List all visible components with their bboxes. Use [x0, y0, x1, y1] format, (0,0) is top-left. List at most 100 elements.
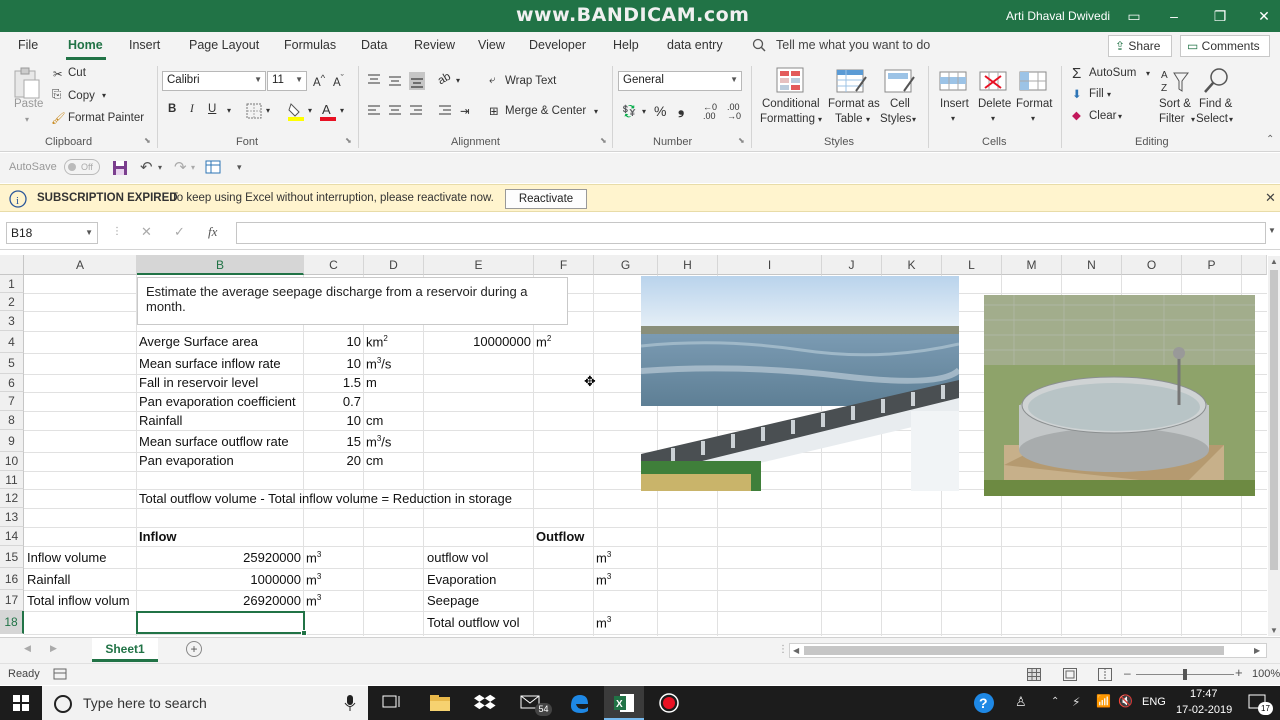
- page-layout-view-icon[interactable]: [1063, 668, 1077, 681]
- prev-sheet-icon[interactable]: ◀: [24, 643, 31, 654]
- conditional-dropdown-icon[interactable]: ▾: [818, 115, 822, 124]
- insert-dropdown-icon[interactable]: ▾: [951, 114, 955, 123]
- wrap-text-button[interactable]: Wrap Text: [505, 75, 556, 87]
- excel-taskbar-icon[interactable]: X: [612, 692, 636, 714]
- fill-dropdown-icon[interactable]: ▾: [1107, 90, 1111, 99]
- language-indicator[interactable]: ENG: [1142, 696, 1166, 708]
- cell-b14[interactable]: Inflow: [139, 529, 177, 544]
- cell-styles-icon[interactable]: [884, 67, 916, 95]
- fill-color-dropdown-icon[interactable]: ▾: [308, 106, 312, 115]
- column-header-i[interactable]: I: [718, 255, 822, 275]
- accounting-format-icon[interactable]: 💱: [622, 104, 636, 118]
- alignment-launcher-icon[interactable]: ⬊: [600, 136, 607, 145]
- selected-cell-b18[interactable]: [136, 611, 307, 636]
- format-cells-icon[interactable]: [1019, 68, 1049, 94]
- clear-button[interactable]: Clear: [1089, 110, 1116, 122]
- format-dropdown-icon[interactable]: ▾: [1031, 114, 1035, 123]
- sort-filter-label[interactable]: Sort &: [1159, 98, 1191, 110]
- cell-c16[interactable]: m3: [306, 572, 321, 587]
- insert-cells-icon[interactable]: [939, 68, 969, 94]
- sort-dropdown-icon[interactable]: ▾: [1191, 115, 1195, 124]
- delete-dropdown-icon[interactable]: ▾: [991, 114, 995, 123]
- scroll-right-icon[interactable]: ▶: [1254, 646, 1260, 655]
- font-size-select[interactable]: 11 ▼: [267, 71, 307, 91]
- increase-indent-icon[interactable]: ⇥: [460, 104, 470, 118]
- find-select-label[interactable]: Find &: [1199, 98, 1232, 110]
- decrease-font-icon[interactable]: Aˇ: [333, 73, 344, 89]
- cell-c9[interactable]: 15: [304, 434, 361, 449]
- tab-insert[interactable]: Insert: [129, 38, 160, 52]
- cell-e17[interactable]: Seepage: [427, 593, 479, 608]
- windows-start-icon[interactable]: [13, 695, 29, 711]
- font-color-dropdown-icon[interactable]: ▾: [340, 106, 344, 115]
- sheet-tab-sheet1[interactable]: Sheet1: [92, 638, 158, 662]
- cell-styles-label[interactable]: Cell: [890, 98, 910, 110]
- column-header-d[interactable]: D: [364, 255, 424, 275]
- column-header-l[interactable]: L: [942, 255, 1002, 275]
- tab-review[interactable]: Review: [414, 38, 455, 52]
- minimize-icon[interactable]: –: [1164, 6, 1184, 26]
- number-launcher-icon[interactable]: ⬊: [738, 136, 745, 145]
- format-painter-button[interactable]: Format Painter: [68, 112, 144, 124]
- cell-b17[interactable]: 26920000: [137, 593, 301, 608]
- cell-c17[interactable]: m3: [306, 593, 321, 608]
- row-header-15[interactable]: 15: [0, 546, 24, 568]
- cell-c15[interactable]: m3: [306, 550, 321, 565]
- reactivate-button[interactable]: Reactivate: [505, 189, 587, 209]
- tab-formulas[interactable]: Formulas: [284, 38, 336, 52]
- clipboard-launcher-icon[interactable]: ⬊: [144, 136, 151, 145]
- wrap-text-icon[interactable]: ⤶: [489, 74, 495, 87]
- undo-dropdown-icon[interactable]: ▾: [158, 163, 162, 172]
- eraser-icon[interactable]: ◆: [1072, 108, 1081, 122]
- row-header-3[interactable]: 3: [0, 311, 24, 331]
- clock-date[interactable]: 17-02-2019: [1176, 704, 1232, 716]
- format-as-table-label2[interactable]: Table: [835, 113, 863, 125]
- zoom-in-icon[interactable]: +: [1235, 665, 1243, 680]
- find-select-label2[interactable]: Select: [1196, 113, 1228, 125]
- microphone-icon[interactable]: [344, 694, 356, 712]
- name-box[interactable]: B18 ▼: [6, 222, 98, 244]
- cell-a16[interactable]: Rainfall: [27, 572, 70, 587]
- close-notice-icon[interactable]: ✕: [1265, 190, 1276, 206]
- autosave-toggle[interactable]: Off: [64, 159, 100, 175]
- paste-label[interactable]: Paste: [14, 98, 43, 110]
- cell-b4[interactable]: Averge Surface area: [139, 334, 258, 349]
- people-icon[interactable]: ♙: [1015, 694, 1027, 710]
- dropbox-icon[interactable]: [474, 692, 498, 714]
- row-header-2[interactable]: 2: [0, 293, 24, 311]
- cell-b7[interactable]: Pan evaporation coefficient: [139, 394, 296, 409]
- scroll-down-icon[interactable]: ▼: [1270, 626, 1278, 635]
- cut-icon[interactable]: ✂: [53, 67, 63, 81]
- number-format-select[interactable]: General ▼: [618, 71, 742, 91]
- scroll-up-icon[interactable]: ▲: [1270, 257, 1278, 266]
- comments-button[interactable]: ▭ Comments: [1180, 35, 1270, 57]
- cell-f14[interactable]: Outflow: [536, 529, 584, 544]
- paste-dropdown-icon[interactable]: ▾: [25, 115, 29, 124]
- paste-icon[interactable]: [12, 66, 42, 100]
- problem-text-box[interactable]: Estimate the average seepage discharge f…: [137, 277, 568, 325]
- row-header-16[interactable]: 16: [0, 568, 24, 590]
- fill-icon[interactable]: ⬇: [1072, 87, 1082, 101]
- cell-e16[interactable]: Evaporation: [427, 572, 496, 587]
- tab-view[interactable]: View: [478, 38, 505, 52]
- task-view-icon[interactable]: [380, 692, 404, 714]
- tab-file[interactable]: File: [18, 38, 38, 52]
- cell-c4[interactable]: 10: [304, 334, 361, 349]
- cell-b15[interactable]: 25920000: [137, 550, 301, 565]
- cell-d5[interactable]: m3/s: [366, 356, 391, 371]
- sort-filter-label2[interactable]: Filter: [1159, 113, 1185, 125]
- customize-qat-icon[interactable]: ▾: [237, 162, 242, 173]
- edge-browser-icon[interactable]: [567, 692, 591, 714]
- row-header-10[interactable]: 10: [0, 452, 24, 471]
- new-sheet-icon[interactable]: +: [186, 641, 202, 657]
- column-header-g[interactable]: G: [594, 255, 658, 275]
- cut-button[interactable]: Cut: [68, 67, 86, 79]
- sort-filter-icon[interactable]: AZ: [1160, 67, 1190, 95]
- close-icon[interactable]: ✕: [1254, 6, 1274, 26]
- row-header-6[interactable]: 6: [0, 374, 24, 392]
- clock-time[interactable]: 17:47: [1190, 688, 1218, 700]
- underline-dropdown-icon[interactable]: ▾: [227, 106, 231, 115]
- enter-icon[interactable]: ✓: [174, 224, 185, 240]
- column-header-b[interactable]: B: [137, 255, 304, 275]
- format-button[interactable]: Format: [1016, 98, 1052, 110]
